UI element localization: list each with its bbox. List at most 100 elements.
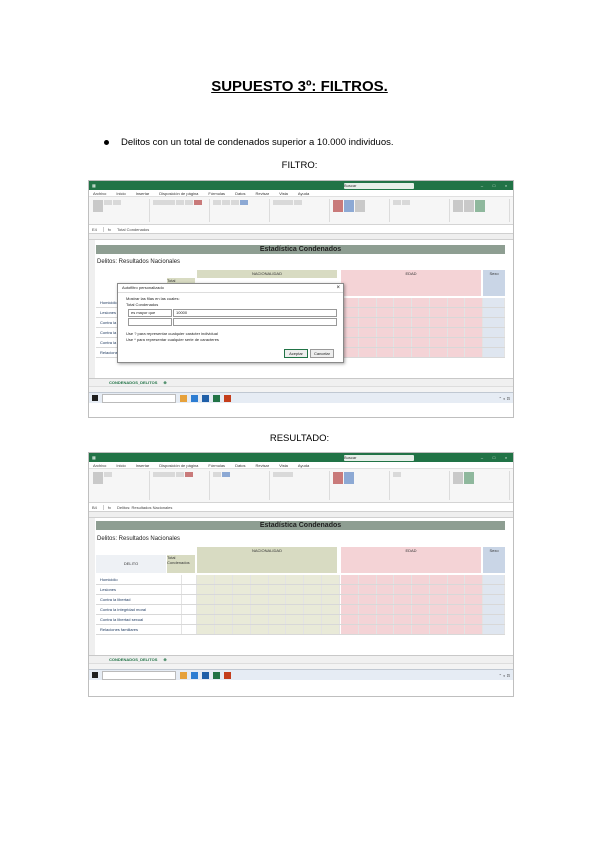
menu-item[interactable]: Datos xyxy=(235,463,245,468)
outlook-icon[interactable] xyxy=(202,671,209,679)
percent-icon[interactable] xyxy=(294,200,302,205)
second-operator-select[interactable] xyxy=(128,318,172,326)
menu-item[interactable]: Disposición de página xyxy=(159,463,198,468)
bold-icon[interactable] xyxy=(176,200,184,205)
wrap-text-icon[interactable] xyxy=(222,472,230,477)
excel-taskbar-icon[interactable] xyxy=(213,671,220,679)
table-row[interactable]: Contra la integridad moral xyxy=(96,605,505,615)
wrap-text-icon[interactable] xyxy=(240,200,248,205)
excel-taskbar-icon[interactable] xyxy=(213,394,220,402)
sheet-tab-active[interactable]: CONDENADOS_DELITOS xyxy=(109,380,157,385)
operator-select[interactable]: es mayor que xyxy=(128,309,172,317)
cancel-button[interactable]: Cancelar xyxy=(310,349,334,358)
sheet-grid[interactable]: Estadística Condenados Delitos: Resultad… xyxy=(89,240,513,378)
value-input[interactable]: 10000 xyxy=(173,309,337,317)
formula-input[interactable]: Total Condenados xyxy=(117,227,149,232)
insert-icon[interactable] xyxy=(393,472,401,477)
minimize-icon[interactable]: – xyxy=(478,183,486,188)
row-cells xyxy=(483,338,505,347)
start-icon[interactable] xyxy=(92,395,98,401)
sheet-tab-active[interactable]: CONDENADOS_DELITOS xyxy=(109,657,157,662)
number-format-select[interactable] xyxy=(273,472,293,477)
maximize-icon[interactable]: □ xyxy=(490,455,498,460)
cut-icon[interactable] xyxy=(104,472,112,477)
menu-item[interactable]: Inicio xyxy=(116,463,125,468)
paste-icon[interactable] xyxy=(93,472,103,484)
align-center-icon[interactable] xyxy=(222,200,230,205)
align-left-icon[interactable] xyxy=(213,200,221,205)
font-color-icon[interactable] xyxy=(194,200,202,205)
sheet-grid[interactable]: Estadística Condenados Delitos: Resultad… xyxy=(89,518,513,655)
table-row[interactable]: Lesiones xyxy=(96,585,505,595)
cell-styles-icon[interactable] xyxy=(355,200,365,212)
menu-item[interactable]: Disposición de página xyxy=(159,191,198,196)
menu-item[interactable]: Revisar xyxy=(256,463,270,468)
number-format-select[interactable] xyxy=(273,200,293,205)
close-icon[interactable]: × xyxy=(502,455,510,460)
table-row[interactable]: Contra la libertad sexual xyxy=(96,615,505,625)
minimize-icon[interactable]: – xyxy=(478,455,486,460)
align-right-icon[interactable] xyxy=(231,200,239,205)
explorer-icon[interactable] xyxy=(180,671,187,679)
find-icon[interactable] xyxy=(464,200,474,212)
font-select[interactable] xyxy=(153,472,175,477)
explorer-icon[interactable] xyxy=(180,394,187,402)
menu-item[interactable]: Ayuda xyxy=(298,191,309,196)
menu-item[interactable]: Vista xyxy=(279,463,288,468)
add-sheet-icon[interactable]: ⊕ xyxy=(163,657,166,662)
taskbar-search[interactable] xyxy=(102,393,176,403)
insert-icon[interactable] xyxy=(393,200,401,205)
menu-item[interactable]: Fórmulas xyxy=(208,191,225,196)
menu-item[interactable]: Datos xyxy=(235,191,245,196)
menu-item[interactable]: Ayuda xyxy=(298,463,309,468)
menu-item[interactable]: Vista xyxy=(279,191,288,196)
menu-item[interactable]: Revisar xyxy=(256,191,270,196)
edge-icon[interactable] xyxy=(191,394,198,402)
powerpoint-icon[interactable] xyxy=(224,394,231,402)
table-row[interactable]: Contra la libertad xyxy=(96,595,505,605)
start-icon[interactable] xyxy=(92,672,98,678)
conditional-format-icon[interactable] xyxy=(333,472,343,484)
cut-icon[interactable] xyxy=(104,200,112,205)
close-icon[interactable]: × xyxy=(502,183,510,188)
add-sheet-icon[interactable]: ⊕ xyxy=(163,380,166,385)
maximize-icon[interactable]: □ xyxy=(490,183,498,188)
copy-icon[interactable] xyxy=(113,200,121,205)
italic-icon[interactable] xyxy=(185,200,193,205)
search-box[interactable]: Buscar xyxy=(344,182,414,189)
menu-item[interactable]: Insertar xyxy=(136,463,150,468)
analyze-data-icon[interactable] xyxy=(475,200,485,212)
menu-item[interactable]: Archivo xyxy=(93,463,106,468)
sort-filter-icon[interactable] xyxy=(453,472,463,484)
font-color-icon[interactable] xyxy=(185,472,193,477)
format-table-icon[interactable] xyxy=(344,472,354,484)
search-box[interactable]: Buscar xyxy=(344,454,414,461)
powerpoint-icon[interactable] xyxy=(224,671,231,679)
paste-icon[interactable] xyxy=(93,200,103,212)
menu-item[interactable]: Archivo xyxy=(93,191,106,196)
format-table-icon[interactable] xyxy=(344,200,354,212)
second-value-input[interactable] xyxy=(173,318,337,326)
sort-filter-icon[interactable] xyxy=(453,200,463,212)
menu-item[interactable]: Inicio xyxy=(116,191,125,196)
name-box[interactable]: B4 xyxy=(92,505,97,510)
analyze-data-icon[interactable] xyxy=(464,472,474,484)
dialog-close-icon[interactable]: × xyxy=(336,285,340,291)
menu-item[interactable]: Insertar xyxy=(136,191,150,196)
align-left-icon[interactable] xyxy=(213,472,221,477)
ok-button[interactable]: Aceptar xyxy=(284,349,308,358)
conditional-format-icon[interactable] xyxy=(333,200,343,212)
font-select[interactable] xyxy=(153,200,175,205)
formula-input[interactable]: Delitos: Resultados Nacionales xyxy=(117,505,172,510)
name-box[interactable]: E4 xyxy=(92,227,97,232)
table-row[interactable]: Homicidio xyxy=(96,575,505,585)
table-row[interactable]: Relaciones familiares xyxy=(96,625,505,635)
bold-icon[interactable] xyxy=(176,472,184,477)
ribbon xyxy=(89,197,513,225)
outlook-icon[interactable] xyxy=(202,394,209,402)
menu-item[interactable]: Fórmulas xyxy=(208,463,225,468)
taskbar-search[interactable] xyxy=(102,670,176,680)
delete-icon[interactable] xyxy=(402,200,410,205)
edge-icon[interactable] xyxy=(191,671,198,679)
sheet-tabs: CONDENADOS_DELITOS ⊕ xyxy=(89,378,513,386)
